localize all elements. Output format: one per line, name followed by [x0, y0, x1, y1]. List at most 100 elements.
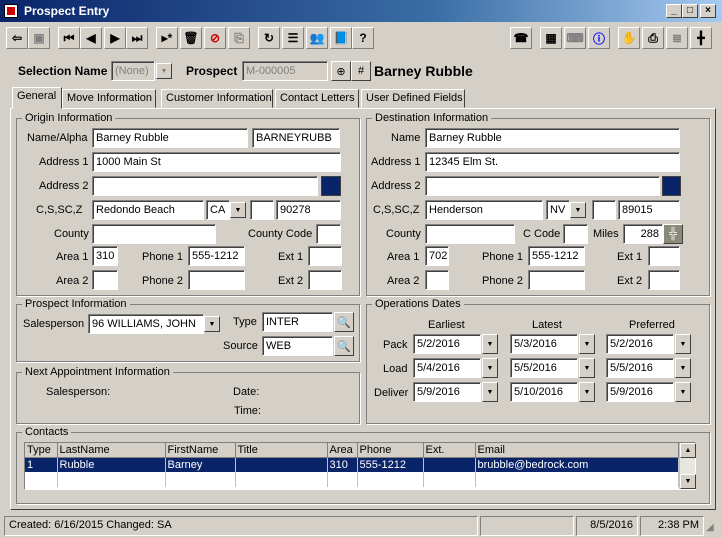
origin-phone1-field[interactable]: 555-1212 [188, 246, 245, 266]
source-field[interactable]: WEB [262, 336, 333, 356]
number-icon[interactable]: # [351, 61, 371, 81]
zoom-icon[interactable]: ⊕ [331, 61, 351, 81]
chevron-down-icon[interactable]: ▼ [675, 334, 691, 354]
dest-phone1-field[interactable]: 555-1212 [528, 246, 585, 266]
table-row[interactable] [25, 472, 679, 487]
dest-county-field[interactable] [425, 224, 515, 244]
dest-ext1-field[interactable] [648, 246, 680, 266]
dest-area2-field[interactable] [425, 270, 449, 290]
keyboard-icon[interactable]: ⌨ [564, 27, 586, 49]
dest-subcode-field[interactable] [592, 200, 616, 220]
column-header[interactable]: Area [327, 443, 358, 458]
table-row[interactable]: 1 Rubble Barney 310 555-1212 brubble@bed… [25, 457, 679, 472]
resize-grip-icon[interactable]: ◢ [706, 522, 720, 536]
load-latest-field[interactable]: 5/5/2016 [510, 358, 578, 378]
scrollbar[interactable]: ▲ ▼ [679, 443, 696, 489]
deliver-latest-field[interactable]: 5/10/2016 [510, 382, 578, 402]
origin-state-select[interactable]: CA [206, 200, 230, 220]
scroll-down-icon[interactable]: ▼ [680, 474, 696, 489]
salesperson-select[interactable]: 96 WILLIAMS, JOHN [88, 314, 204, 334]
dest-phone2-field[interactable] [528, 270, 585, 290]
dest-name-field[interactable]: Barney Rubble [425, 128, 680, 148]
search-icon[interactable]: 🔍 [334, 336, 354, 356]
chevron-down-icon[interactable]: ▼ [204, 316, 220, 332]
miles-field[interactable]: 288 [623, 224, 663, 244]
origin-address1-field[interactable]: 1000 Main St [92, 152, 341, 172]
prev-icon[interactable]: ◀ [80, 27, 102, 49]
chevron-down-icon[interactable]: ▼ [675, 358, 691, 378]
save-icon[interactable]: ▣ [28, 27, 50, 49]
maximize-button[interactable]: □ [682, 4, 698, 18]
column-header[interactable]: FirstName [165, 443, 236, 458]
origin-phone2-field[interactable] [188, 270, 245, 290]
column-header[interactable]: Title [235, 443, 328, 458]
column-header[interactable]: Email [475, 443, 679, 458]
dest-zip-field[interactable]: 89015 [618, 200, 680, 220]
close-button[interactable]: × [700, 4, 716, 18]
dest-ext2-field[interactable] [648, 270, 680, 290]
refresh-icon[interactable]: ↻ [258, 27, 280, 49]
tab-user-defined-fields[interactable]: User Defined Fields [361, 89, 465, 108]
origin-area2-field[interactable] [92, 270, 118, 290]
dest-city-field[interactable]: Henderson [425, 200, 543, 220]
chevron-down-icon[interactable]: ▼ [482, 334, 498, 354]
dest-ccode-field[interactable] [563, 224, 588, 244]
type-field[interactable]: INTER [262, 312, 333, 332]
delete-icon[interactable]: 🗑 [180, 27, 202, 49]
tab-general[interactable]: General [12, 87, 62, 109]
new-icon[interactable]: ▸* [156, 27, 178, 49]
map-icon[interactable] [321, 176, 341, 196]
origin-name-field[interactable]: Barney Rubble [92, 128, 248, 148]
book-icon[interactable]: 📘 [330, 27, 352, 49]
pack-preferred-field[interactable]: 5/2/2016 [606, 334, 674, 354]
exit-icon[interactable]: ⇦ [6, 27, 28, 49]
contacts-grid[interactable]: Type LastName FirstName Title Area Phone… [24, 442, 696, 490]
cancel-icon[interactable]: ⊘ [204, 27, 226, 49]
notes-icon[interactable]: ☰ [282, 27, 304, 49]
selection-name-select[interactable]: (None) [111, 61, 155, 81]
chevron-down-icon[interactable]: ▼ [579, 358, 595, 378]
load-preferred-field[interactable]: 5/5/2016 [606, 358, 674, 378]
mileage-calc-icon[interactable]: ╬ [663, 224, 683, 244]
users-icon[interactable]: 👥 [306, 27, 328, 49]
tab-move-information[interactable]: Move Information [62, 89, 156, 108]
dest-address1-field[interactable]: 12345 Elm St. [425, 152, 680, 172]
deliver-earliest-field[interactable]: 5/9/2016 [413, 382, 481, 402]
column-header[interactable]: Phone [357, 443, 424, 458]
chevron-down-icon[interactable]: ▼ [570, 202, 586, 218]
deliver-preferred-field[interactable]: 5/9/2016 [606, 382, 674, 402]
origin-subcode-field[interactable] [250, 200, 274, 220]
dest-address2-field[interactable] [425, 176, 660, 196]
chevron-down-icon[interactable]: ▼ [482, 358, 498, 378]
origin-area1-field[interactable]: 310 [92, 246, 118, 266]
sign-icon[interactable]: ╋ [690, 27, 712, 49]
copy-icon[interactable]: ⎘ [228, 27, 250, 49]
chevron-down-icon[interactable]: ▼ [579, 334, 595, 354]
origin-address2-field[interactable] [92, 176, 318, 196]
chevron-down-icon[interactable]: ▼ [230, 202, 246, 218]
origin-county-code-field[interactable] [316, 224, 341, 244]
search-icon[interactable]: 🔍 [334, 312, 354, 332]
tab-contact-letters[interactable]: Contact Letters [275, 89, 359, 108]
pack-earliest-field[interactable]: 5/2/2016 [413, 334, 481, 354]
minimize-button[interactable]: _ [666, 4, 682, 18]
calculator-icon[interactable]: ▦ [540, 27, 562, 49]
next-icon[interactable]: ▶ [104, 27, 126, 49]
column-header[interactable]: LastName [57, 443, 166, 458]
column-header[interactable]: Ext. [423, 443, 476, 458]
handshake-icon[interactable]: ✋ [618, 27, 640, 49]
origin-ext2-field[interactable] [308, 270, 342, 290]
printer-icon[interactable]: ⎙ [642, 27, 664, 49]
first-icon[interactable]: ⏮ [58, 27, 80, 49]
dest-area1-field[interactable]: 702 [425, 246, 449, 266]
chevron-down-icon[interactable]: ▼ [579, 382, 595, 402]
dest-state-select[interactable]: NV [546, 200, 570, 220]
origin-alpha-field[interactable]: BARNEYRUBB [252, 128, 340, 148]
chevron-down-icon[interactable]: ▼ [482, 382, 498, 402]
pack-latest-field[interactable]: 5/3/2016 [510, 334, 578, 354]
map-icon[interactable] [662, 176, 681, 196]
info-icon[interactable]: ⓘ [588, 27, 610, 49]
tab-customer-information[interactable]: Customer Information [161, 89, 273, 108]
form-icon[interactable]: ≣ [666, 27, 688, 49]
origin-city-field[interactable]: Redondo Beach [92, 200, 204, 220]
